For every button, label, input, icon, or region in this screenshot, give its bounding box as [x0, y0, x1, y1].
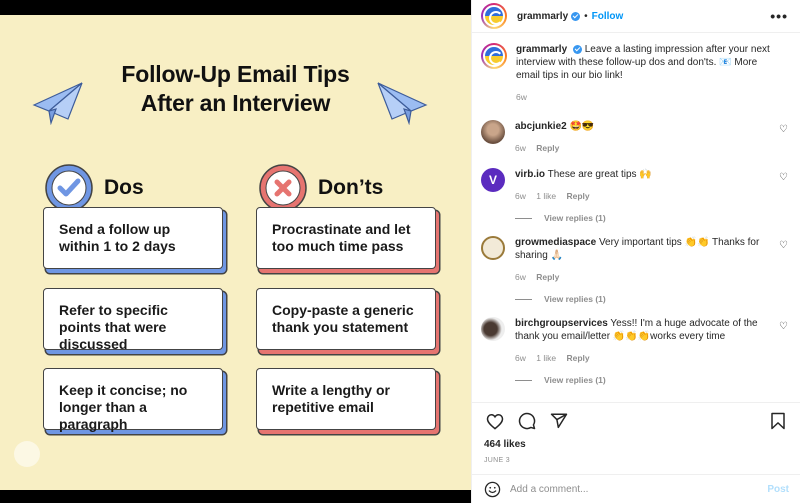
post-side-panel: grammarly • Follow ••• grammarly Leave a…: [471, 0, 800, 503]
comment-text: These are great tips 🙌: [547, 169, 652, 180]
grammarly-logo-icon: [483, 45, 505, 67]
do-tip-card: Refer to specific points that were discu…: [43, 288, 223, 352]
more-options-icon[interactable]: •••: [770, 8, 788, 24]
poster-title-line-2: After an Interview: [140, 90, 331, 116]
do-tip-card: Keep it concise; no longer than a paragr…: [43, 368, 223, 432]
comment-item: abcjunkie2 🤩😎 6w Reply ♡: [481, 120, 791, 155]
comment-like-count[interactable]: 1 like: [536, 353, 556, 363]
heart-icon[interactable]: [484, 410, 506, 432]
commenter-avatar[interactable]: [481, 317, 505, 341]
comment-time: 6w: [515, 353, 526, 363]
grammarly-logo-icon: [483, 5, 505, 27]
caption-meta: 6w: [516, 91, 774, 104]
comment-meta: 6w 1 like Reply: [515, 190, 773, 203]
dos-label: Dos: [104, 176, 144, 199]
view-replies-button[interactable]: View replies (1): [515, 375, 791, 385]
bookmark-icon[interactable]: [767, 410, 789, 432]
caption-username[interactable]: grammarly: [516, 44, 567, 55]
poster-title-line-1: Follow-Up Email Tips: [121, 61, 350, 87]
caption-avatar[interactable]: [481, 43, 507, 69]
comment-username[interactable]: birchgroupservices: [515, 318, 608, 329]
post-caption: grammarly Leave a lasting impression aft…: [481, 43, 791, 104]
post-comment-button[interactable]: Post: [767, 484, 789, 495]
verified-badge-icon: [571, 11, 581, 21]
dos-heading: Dos: [44, 163, 144, 213]
smiley-icon[interactable]: [484, 481, 501, 498]
comment-time: 6w: [515, 143, 526, 153]
comment-username[interactable]: growmediaspace: [515, 237, 596, 248]
poster: Follow-Up Email Tips After an Interview …: [0, 15, 471, 490]
comment-bubble-icon[interactable]: [516, 410, 538, 432]
post-header: grammarly • Follow •••: [472, 0, 800, 33]
comment-item: growmediaspace Very important tips 👏👏 Th…: [481, 236, 791, 284]
poster-title: Follow-Up Email Tips After an Interview: [0, 60, 471, 118]
comment-like-heart-icon[interactable]: ♡: [779, 124, 788, 135]
commenter-avatar[interactable]: [481, 236, 505, 260]
donts-label: Don’ts: [318, 176, 384, 199]
comment-input[interactable]: [510, 483, 768, 495]
comment-like-count[interactable]: 1 like: [536, 191, 556, 201]
do-tip-card: Send a follow up within 1 to 2 days: [43, 207, 223, 269]
view-replies-button[interactable]: View replies (1): [515, 294, 791, 304]
comment-text: 🤩😎: [569, 121, 595, 132]
author-avatar[interactable]: [481, 3, 507, 29]
add-comment-bar: Post: [472, 474, 800, 503]
comment-meta: 6w Reply: [515, 271, 773, 284]
reply-button[interactable]: Reply: [566, 191, 589, 201]
caption-time: 6w: [516, 92, 527, 102]
reply-button[interactable]: Reply: [566, 353, 589, 363]
post-actions: 464 likes JUNE 3: [472, 402, 800, 464]
dont-tip-card: Procrastinate and let too much time pass: [256, 207, 436, 269]
comment-time: 6w: [515, 272, 526, 282]
post-image: Follow-Up Email Tips After an Interview …: [0, 0, 471, 503]
comment-username[interactable]: abcjunkie2: [515, 121, 567, 132]
comment-meta: 6w 1 like Reply: [515, 352, 773, 365]
comment-item: birchgroupservices Yess!! I'm a huge adv…: [481, 317, 791, 365]
checkmark-circle-icon: [45, 164, 93, 212]
post-date: JUNE 3: [484, 457, 510, 464]
comment-like-heart-icon[interactable]: ♡: [779, 172, 788, 183]
comment-time: 6w: [515, 191, 526, 201]
grammarly-watermark-logo: [14, 441, 40, 467]
author-username[interactable]: grammarly: [517, 11, 568, 22]
comment-meta: 6w Reply: [515, 142, 773, 155]
comment-like-heart-icon[interactable]: ♡: [779, 240, 788, 251]
donts-heading: Don’ts: [258, 163, 383, 213]
comment-like-heart-icon[interactable]: ♡: [779, 321, 788, 332]
dont-tip-card: Write a lengthy or repetitive email: [256, 368, 436, 430]
commenter-avatar[interactable]: V: [481, 168, 505, 192]
dont-tip-card: Copy-paste a generic thank you statement: [256, 288, 436, 350]
comment-username[interactable]: virb.io: [515, 169, 545, 180]
comments-list[interactable]: grammarly Leave a lasting impression aft…: [472, 33, 800, 398]
verified-badge-icon: [572, 44, 582, 54]
reply-button[interactable]: Reply: [536, 272, 559, 282]
x-circle-icon: [259, 164, 307, 212]
action-bar: [484, 403, 789, 439]
separator-dot: •: [584, 10, 588, 22]
like-count[interactable]: 464 likes: [484, 439, 789, 450]
follow-button[interactable]: Follow: [592, 11, 624, 22]
comment-item: V virb.io These are great tips 🙌 6w 1 li…: [481, 168, 791, 203]
commenter-avatar[interactable]: [481, 120, 505, 144]
paper-plane-icon[interactable]: [548, 410, 570, 432]
view-replies-button[interactable]: View replies (1): [515, 213, 791, 223]
reply-button[interactable]: Reply: [536, 143, 559, 153]
